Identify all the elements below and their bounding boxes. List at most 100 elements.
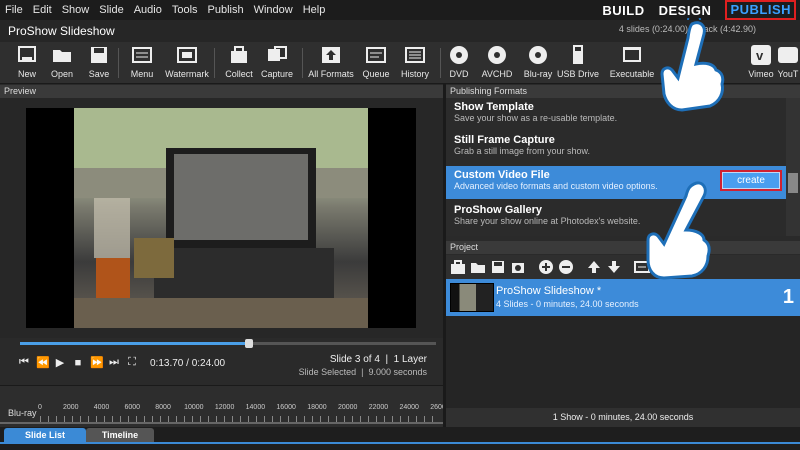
show-details: 4 Slides - 0 minutes, 24.00 seconds — [496, 299, 639, 309]
folder-icon[interactable] — [470, 259, 486, 275]
ruler-baseline — [0, 422, 443, 424]
publishing-formats-list: Show Template Save your show as a re-usa… — [446, 98, 800, 236]
ruler-mark: 2000 — [62, 404, 79, 411]
save-icon — [87, 44, 111, 66]
pointing-hand-icon — [646, 181, 711, 280]
menu-file[interactable]: File — [0, 0, 28, 20]
watermark-button[interactable]: Watermark — [164, 44, 210, 79]
disc-icon[interactable] — [510, 259, 526, 275]
slide-position: Slide 3 of 4 — [329, 354, 380, 365]
menu-tools[interactable]: Tools — [167, 0, 203, 20]
fast-forward-icon[interactable]: ⏩ — [90, 356, 104, 369]
avchd-button[interactable]: AVCHD — [474, 44, 520, 79]
menu-button[interactable]: Menu — [119, 44, 165, 79]
menu-audio[interactable]: Audio — [129, 0, 167, 20]
ruler-mark: 8000 — [155, 404, 171, 411]
fullscreen-icon[interactable]: ⛶ — [126, 356, 138, 369]
ruler-mark: 12000 — [214, 404, 235, 411]
ruler-mark: 20000 — [337, 404, 358, 411]
format-still-frame-capture[interactable]: Still Frame Capture Grab a still image f… — [446, 131, 786, 164]
project-header: Project — [446, 241, 800, 254]
format-show-template[interactable]: Show Template Save your show as a re-usa… — [446, 98, 786, 131]
save-button[interactable]: Save — [76, 44, 122, 79]
skip-end-icon[interactable]: ⏭ — [108, 356, 120, 369]
app-title: ProShow Slideshow — [8, 24, 115, 38]
briefcase-icon[interactable] — [450, 259, 466, 275]
history-button[interactable]: History — [392, 44, 438, 79]
ruler-mark: 18000 — [307, 404, 327, 411]
publishing-formats-header: Publishing Formats — [446, 85, 800, 98]
create-button[interactable]: create — [720, 170, 782, 191]
menu-bar: File Edit Show Slide Audio Tools Publish… — [0, 0, 800, 20]
ruler-mark: 10000 — [184, 404, 204, 411]
svg-text:v: v — [756, 48, 764, 63]
format-proshow-gallery[interactable]: ProShow Gallery Share your show online a… — [446, 201, 786, 234]
publish-mode-button[interactable]: PUBLISH — [725, 0, 796, 20]
menu-slide[interactable]: Slide — [94, 0, 128, 20]
menu-edit[interactable]: Edit — [28, 0, 57, 20]
upload-icon — [319, 44, 343, 66]
ruler-mark: 22000 — [368, 404, 389, 411]
layer-count: 1 Layer — [393, 354, 427, 365]
slide-selected-label: Slide Selected — [298, 367, 357, 377]
slide-info: Slide 3 of 4 | 1 Layer Slide Selected | … — [298, 354, 427, 377]
queue-icon — [364, 44, 388, 66]
design-mode-button[interactable]: DESIGN — [659, 3, 712, 18]
stop-icon[interactable]: ■ — [72, 357, 84, 369]
bottom-tab-bar: Slide List Timeline — [0, 427, 800, 450]
save-icon[interactable] — [490, 259, 506, 275]
formats-scrollbar[interactable] — [786, 98, 800, 236]
project-toolbar — [446, 255, 800, 279]
all-formats-button[interactable]: All Formats — [306, 44, 356, 79]
menu-icon — [130, 44, 154, 66]
progress-fill — [20, 342, 249, 345]
show-name: ProShow Slideshow * — [496, 285, 602, 297]
skip-start-icon[interactable]: ⏮ — [18, 356, 30, 369]
vimeo-icon: v — [749, 44, 773, 66]
usb-icon — [566, 44, 590, 66]
format-custom-video-file[interactable]: Custom Video File Advanced video formats… — [446, 166, 786, 199]
proshow-window: File Edit Show Slide Audio Tools Publish… — [0, 0, 800, 450]
rewind-icon[interactable]: ⏪ — [36, 356, 50, 369]
toolbar-separator — [214, 48, 215, 78]
ruler-mark: 16000 — [276, 404, 296, 411]
menu-window[interactable]: Window — [249, 0, 298, 20]
build-mode-button[interactable]: BUILD — [602, 3, 644, 18]
disc-icon — [447, 44, 471, 66]
ruler-mark: 4000 — [93, 404, 110, 411]
progress-knob[interactable] — [244, 339, 253, 348]
menu-show[interactable]: Show — [57, 0, 95, 20]
executable-button[interactable]: Executable — [608, 44, 656, 79]
new-icon — [15, 44, 39, 66]
preview-header: Preview — [0, 85, 443, 98]
menu-help[interactable]: Help — [298, 0, 331, 20]
menu-publish[interactable]: Publish — [203, 0, 249, 20]
playback-controls: ⏮ ⏪ ▶ ■ ⏩ ⏭ ⛶ 0:13.70 / 0:24.00 Slide 3 … — [0, 338, 443, 385]
pointing-hand-icon — [660, 18, 725, 112]
ruler-format-label: Blu-ray — [8, 408, 37, 418]
add-icon[interactable] — [538, 259, 554, 275]
tab-slide-list[interactable]: Slide List — [4, 428, 86, 442]
capture-button[interactable]: Capture — [254, 44, 300, 79]
project-show-item[interactable]: ProShow Slideshow * 4 Slides - 0 minutes… — [446, 279, 800, 316]
tab-timeline[interactable]: Timeline — [86, 428, 154, 442]
toolbar-separator — [302, 48, 303, 78]
usb-drive-button[interactable]: USB Drive — [555, 44, 601, 79]
ruler-mark: 6000 — [124, 404, 141, 411]
project-status: 1 Show - 0 minutes, 24.00 seconds — [446, 408, 800, 427]
ruler-mark: 14000 — [245, 404, 266, 411]
preview-image — [74, 108, 368, 328]
youtube-button[interactable]: YouT — [776, 44, 800, 79]
youtube-icon — [776, 44, 800, 66]
disc-icon — [485, 44, 509, 66]
arrow-down-icon[interactable] — [606, 259, 622, 275]
play-icon[interactable]: ▶ — [54, 356, 66, 369]
show-thumbnail — [450, 283, 494, 312]
arrow-up-icon[interactable] — [586, 259, 602, 275]
scroll-thumb[interactable] — [788, 173, 798, 193]
disc-icon — [526, 44, 550, 66]
output-size-ruler: Blu-ray 0 2000 4000 6000 8000 10000 12000 14000… — [0, 385, 450, 427]
remove-icon[interactable] — [558, 259, 574, 275]
progress-track[interactable] — [20, 339, 436, 348]
ruler-numbers: 0 2000 4000 6000 8000 10000 12000 14000 16000 180… — [38, 404, 450, 414]
